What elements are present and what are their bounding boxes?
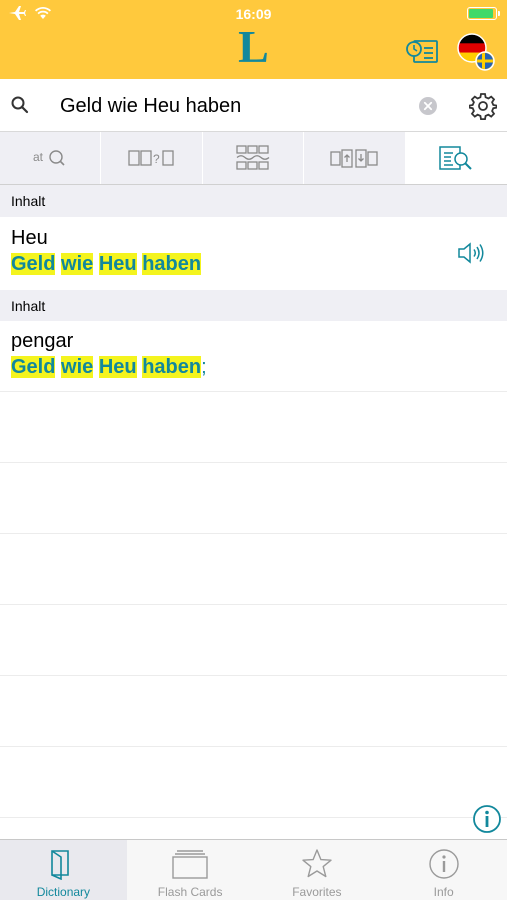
star-icon <box>254 848 381 880</box>
history-icon <box>406 40 438 63</box>
mode-tab-fulltext[interactable] <box>405 132 507 184</box>
search-mode-tabs: at ? <box>0 132 507 185</box>
mode-tab-reverse[interactable] <box>304 132 406 184</box>
info-button[interactable] <box>472 804 502 834</box>
highlighted-word: Heu <box>98 253 137 275</box>
row-separator <box>0 391 507 392</box>
highlighted-word: haben <box>142 356 202 378</box>
row-separator <box>0 675 507 676</box>
battery-icon <box>467 7 500 20</box>
result-entry[interactable]: Heu Geld wie Heu haben <box>0 218 507 290</box>
highlighted-word: haben <box>142 253 202 275</box>
search-icon <box>10 95 30 115</box>
history-button[interactable] <box>405 38 439 66</box>
entry-translation: Geld wie Heu haben; <box>11 356 207 379</box>
language-flag-button[interactable] <box>456 32 498 74</box>
flashcards-icon <box>127 848 254 880</box>
section-header: Inhalt <box>0 290 507 322</box>
tab-info[interactable]: Info <box>380 840 507 900</box>
clear-icon <box>419 97 437 115</box>
wildcard-search-icon: ? <box>127 150 174 166</box>
svg-text:at: at <box>33 150 44 164</box>
entry-translation: Geld wie Heu haben <box>11 253 202 276</box>
fulltext-search-icon <box>439 146 472 170</box>
mode-tab-autocomplete[interactable]: at <box>0 132 102 184</box>
tab-label: Dictionary <box>36 885 91 899</box>
mode-tab-fuzzy[interactable] <box>203 132 305 184</box>
section-header: Inhalt <box>0 185 507 217</box>
row-separator <box>0 604 507 605</box>
status-time: 16:09 <box>235 6 272 22</box>
settings-button[interactable] <box>468 92 498 121</box>
book-icon <box>0 848 127 880</box>
highlighted-word: Geld <box>11 356 56 378</box>
autocomplete-icon: at <box>33 150 65 166</box>
entry-headword: Heu <box>11 227 48 249</box>
info-icon <box>473 805 501 833</box>
result-entry[interactable]: pengar Geld wie Heu haben; <box>0 321 507 393</box>
highlighted-word: Geld <box>11 253 56 275</box>
tab-favorites[interactable]: Favorites <box>254 840 381 900</box>
app-header: 16:09 L <box>0 0 507 79</box>
row-separator <box>0 462 507 463</box>
language-flag-icon <box>457 33 495 71</box>
highlighted-word: wie <box>61 253 94 275</box>
speaker-icon <box>458 242 484 264</box>
tab-bar: Dictionary Flash Cards Favorites Info <box>0 839 507 900</box>
row-separator <box>0 746 507 747</box>
highlighted-word: wie <box>61 356 94 378</box>
mode-tab-wildcard[interactable]: ? <box>101 132 203 184</box>
translation-suffix: ; <box>201 356 207 378</box>
tab-label: Favorites <box>292 885 342 899</box>
row-separator <box>0 533 507 534</box>
tab-label: Info <box>433 885 454 899</box>
row-separator <box>0 817 507 818</box>
highlighted-word: Heu <box>98 356 137 378</box>
entry-headword: pengar <box>11 330 74 352</box>
tab-dictionary[interactable]: Dictionary <box>0 840 127 900</box>
clear-search-button[interactable] <box>419 97 437 120</box>
fuzzy-search-icon <box>236 145 270 170</box>
tab-flash-cards[interactable]: Flash Cards <box>127 840 254 900</box>
tab-label: Flash Cards <box>157 885 223 899</box>
search-input[interactable] <box>60 91 400 121</box>
play-audio-button[interactable] <box>456 240 486 266</box>
info-icon <box>380 848 507 880</box>
reverse-search-icon <box>330 149 379 168</box>
gear-icon <box>468 93 498 121</box>
svg-text:?: ? <box>153 152 160 166</box>
